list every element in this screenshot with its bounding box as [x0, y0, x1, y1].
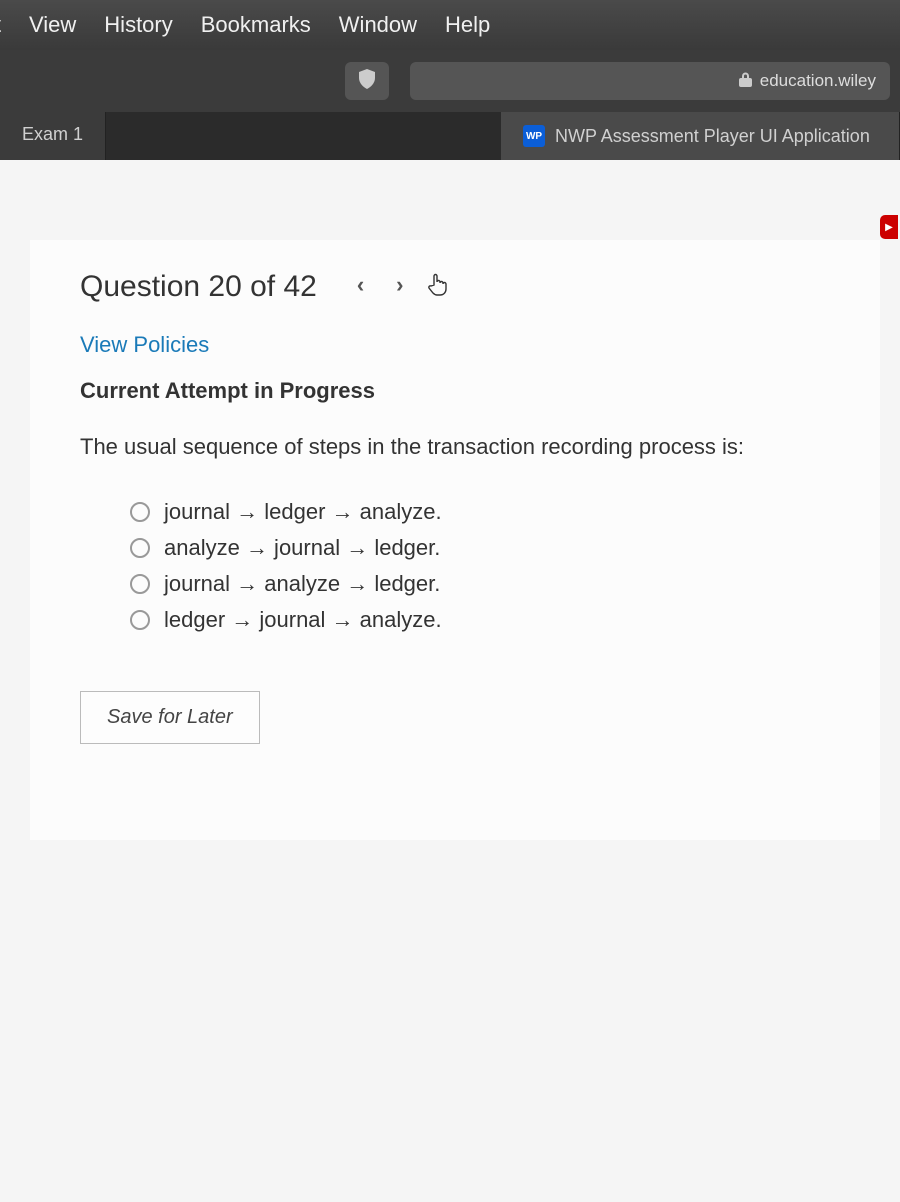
browser-tab-bar: Exam 1 WP NWP Assessment Player UI Appli…: [0, 112, 900, 160]
question-header: Question 20 of 42 ‹ ›: [80, 270, 840, 304]
browser-toolbar: education.wiley: [0, 50, 900, 112]
radio-icon[interactable]: [130, 538, 150, 558]
menu-item-view[interactable]: View: [29, 12, 76, 38]
tab-label: NWP Assessment Player UI Application: [555, 126, 870, 147]
option-row[interactable]: ledger → journal → analyze.: [130, 607, 840, 633]
lock-icon: [739, 72, 752, 91]
os-menu-bar: it View History Bookmarks Window Help: [0, 0, 900, 50]
question-prompt: The usual sequence of steps in the trans…: [80, 430, 840, 463]
option-label: ledger → journal → analyze.: [164, 607, 442, 633]
option-row[interactable]: journal → ledger → analyze.: [130, 499, 840, 525]
question-nav: ‹ ›: [357, 272, 448, 302]
option-label: journal → analyze → ledger.: [164, 571, 440, 597]
attempt-status-heading: Current Attempt in Progress: [80, 378, 840, 404]
save-for-later-button[interactable]: Save for Later: [80, 691, 260, 744]
view-policies-link[interactable]: View Policies: [80, 332, 840, 358]
prev-question-button[interactable]: ‹: [357, 272, 364, 302]
shield-icon: [358, 69, 376, 94]
option-label: analyze → journal → ledger.: [164, 535, 440, 561]
question-counter: Question 20 of 42: [80, 270, 317, 304]
tracking-shield-button[interactable]: [345, 62, 389, 100]
tab-nwp-assessment[interactable]: WP NWP Assessment Player UI Application: [501, 112, 900, 160]
menu-item-help[interactable]: Help: [445, 12, 490, 38]
question-card: Question 20 of 42 ‹ › View Policies Curr…: [30, 240, 880, 840]
youtube-pip-icon[interactable]: ▶: [880, 215, 898, 239]
page-content: Question 20 of 42 ‹ › View Policies Curr…: [0, 160, 900, 1202]
pointer-cursor-icon: [426, 272, 448, 302]
wp-favicon: WP: [523, 125, 545, 147]
option-row[interactable]: analyze → journal → ledger.: [130, 535, 840, 561]
answer-options: journal → ledger → analyze. analyze → jo…: [130, 499, 840, 633]
radio-icon[interactable]: [130, 502, 150, 522]
option-label: journal → ledger → analyze.: [164, 499, 442, 525]
menu-item-bookmarks[interactable]: Bookmarks: [201, 12, 311, 38]
menu-item-history[interactable]: History: [104, 12, 172, 38]
radio-icon[interactable]: [130, 610, 150, 630]
menu-item-edit[interactable]: it: [0, 12, 1, 38]
address-bar[interactable]: education.wiley: [410, 62, 890, 100]
address-domain-text: education.wiley: [760, 71, 876, 91]
next-question-button[interactable]: ›: [396, 272, 403, 302]
option-row[interactable]: journal → analyze → ledger.: [130, 571, 840, 597]
menu-item-window[interactable]: Window: [339, 12, 417, 38]
radio-icon[interactable]: [130, 574, 150, 594]
tab-exam-1[interactable]: Exam 1: [0, 112, 106, 160]
